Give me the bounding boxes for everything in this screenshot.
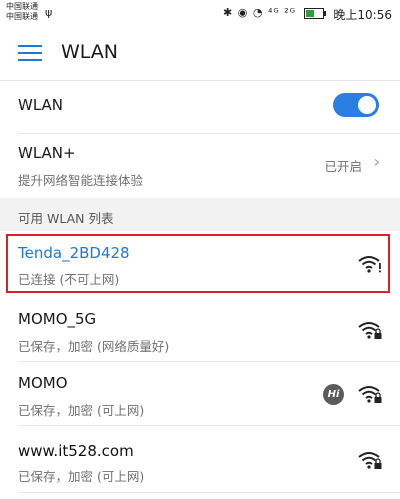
network-status: 已保存，加密 (网络质量好) bbox=[18, 339, 170, 354]
network-name: Tenda_2BD428 bbox=[18, 244, 130, 262]
network-name: MOMO_5G bbox=[18, 310, 97, 328]
wlan-plus-label: WLAN+ bbox=[18, 144, 76, 162]
hi-badge-icon: Hi bbox=[323, 384, 344, 405]
watermark-text: www.it528.com bbox=[18, 442, 134, 460]
wifi-lock-icon bbox=[358, 386, 382, 403]
carrier-labels: 中国联通 中国联通 bbox=[6, 2, 38, 22]
network-item[interactable]: MOMO_5G 已保存，加密 (网络质量好) bbox=[0, 298, 400, 361]
network-status: 已连接 (不可上网) bbox=[18, 272, 120, 287]
app-header: WLAN bbox=[0, 28, 400, 81]
network-item[interactable]: Tenda_2BD428 已连接 (不可上网) bbox=[0, 236, 400, 292]
chevron-right-icon: › bbox=[373, 152, 380, 171]
status-icons: ✱ ◉ ◔ ⁴ᴳ ²ᴳ bbox=[223, 6, 296, 19]
divider bbox=[18, 492, 400, 493]
toggle-knob bbox=[358, 96, 376, 114]
status-time: 晚上10:56 bbox=[333, 8, 392, 22]
network-status: 已保存，加密 (可上网) bbox=[18, 469, 145, 484]
watermark: www.it528.com bbox=[8, 436, 168, 466]
wifi-lock-icon bbox=[358, 452, 382, 469]
wlan-toggle-switch[interactable] bbox=[333, 93, 379, 117]
network-name: MOMO bbox=[18, 374, 68, 392]
status-bar: 中国联通 中国联通 ψ ✱ ◉ ◔ ⁴ᴳ ²ᴳ 晚上10:56 bbox=[0, 0, 400, 28]
network-item[interactable]: MOMO 已保存，加密 (可上网) Hi bbox=[0, 362, 400, 425]
wlan-toggle-label: WLAN bbox=[18, 96, 64, 114]
available-networks-header: 可用 WLAN 列表 bbox=[0, 198, 400, 231]
network-status: 已保存，加密 (可上网) bbox=[18, 403, 145, 418]
usb-icon: ψ bbox=[45, 6, 53, 19]
wlan-plus-subtitle: 提升网络智能连接体验 bbox=[18, 173, 144, 188]
page-title: WLAN bbox=[61, 41, 119, 63]
wifi-warning-icon bbox=[358, 256, 381, 273]
carrier-1: 中国联通 bbox=[6, 2, 38, 11]
battery-icon bbox=[304, 8, 326, 19]
carrier-2: 中国联通 bbox=[6, 12, 38, 21]
wifi-lock-icon bbox=[358, 322, 382, 339]
section-label: 可用 WLAN 列表 bbox=[18, 211, 114, 226]
wlan-plus-row[interactable]: WLAN+ 提升网络智能连接体验 已开启 › bbox=[0, 134, 400, 197]
wlan-plus-value: 已开启 bbox=[324, 159, 362, 174]
menu-icon[interactable] bbox=[18, 45, 42, 63]
